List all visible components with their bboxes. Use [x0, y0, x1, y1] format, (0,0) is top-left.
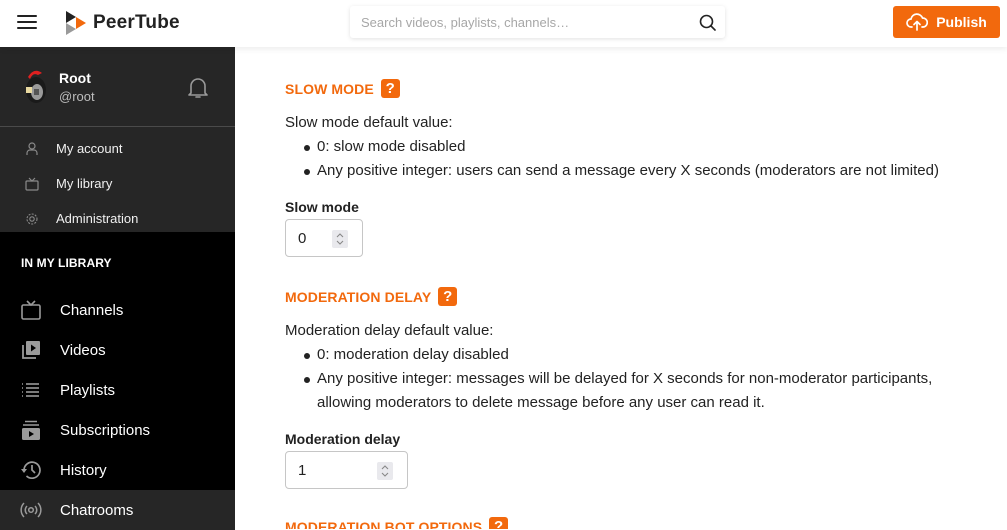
- description-intro: Slow mode default value:: [285, 114, 453, 131]
- list-icon: [20, 379, 42, 401]
- description-intro: Moderation delay default value:: [285, 322, 494, 339]
- logo-link[interactable]: PeerTube: [66, 11, 180, 35]
- section-title-text: MODERATION BOT OPTIONS: [285, 518, 483, 530]
- help-icon[interactable]: ?: [489, 517, 509, 529]
- sidebar-item-label: Playlists: [60, 381, 116, 399]
- upload-cloud-icon: [906, 13, 929, 31]
- user-menu-label: My library: [56, 176, 113, 191]
- tv-icon: [20, 299, 42, 321]
- section-title-text: MODERATION DELAY: [285, 288, 432, 305]
- spinner-button[interactable]: [332, 230, 348, 248]
- user-menu: My account My library Administration: [0, 127, 235, 232]
- sidebar-item-videos[interactable]: Videos: [0, 330, 235, 370]
- section-title-text: SLOW MODE: [285, 80, 374, 97]
- spinner-arrows-icon: [381, 465, 389, 477]
- sidebar-item-label: Channels: [60, 301, 124, 319]
- moderation-bot-section: MODERATION BOT OPTIONS ?: [285, 517, 509, 530]
- sidebar-item-channels[interactable]: Channels: [0, 290, 235, 330]
- main-content: SLOW MODE ? Slow mode default value: 0: …: [235, 47, 1007, 529]
- history-icon: [20, 459, 42, 481]
- hamburger-line: [17, 27, 37, 29]
- help-icon[interactable]: ?: [380, 79, 400, 98]
- menu-toggle-button[interactable]: [17, 15, 37, 31]
- user-icon: [24, 141, 40, 157]
- user-handle: @root: [59, 89, 95, 104]
- slow-mode-field: [285, 219, 363, 257]
- sidebar-item-label: History: [60, 461, 107, 479]
- avatar[interactable]: [22, 67, 50, 105]
- user-menu-administration[interactable]: Administration: [0, 201, 235, 236]
- moderation-bot-title: MODERATION BOT OPTIONS ?: [285, 517, 509, 530]
- moderation-delay-description: Moderation delay default value: 0: moder…: [285, 319, 945, 415]
- sidebar-item-history[interactable]: History: [0, 450, 235, 490]
- sidebar-item-playlists[interactable]: Playlists: [0, 370, 235, 410]
- description-bullet: 0: moderation delay disabled: [303, 343, 945, 367]
- hamburger-icon: [17, 15, 37, 17]
- help-icon[interactable]: ?: [438, 287, 458, 306]
- user-menu-my-library[interactable]: My library: [0, 166, 235, 201]
- sidebar-item-label: Chatrooms: [60, 501, 134, 519]
- user-menu-my-account[interactable]: My account: [0, 131, 235, 166]
- slow-mode-title: SLOW MODE ?: [285, 79, 939, 98]
- slow-mode-label: Slow mode: [285, 199, 359, 215]
- search-input[interactable]: [350, 6, 689, 38]
- broadcast-icon: [20, 499, 42, 521]
- description-bullet: Any positive integer: users can send a m…: [303, 159, 939, 183]
- subscriptions-icon: [20, 419, 42, 441]
- publish-button[interactable]: Publish: [893, 6, 1000, 38]
- moderation-delay-title: MODERATION DELAY ?: [285, 287, 945, 306]
- sidebar-item-subscriptions[interactable]: Subscriptions: [0, 410, 235, 450]
- user-menu-label: Administration: [56, 211, 139, 226]
- sidebar-item-label: Subscriptions: [60, 421, 151, 439]
- user-menu-label: My account: [56, 141, 123, 156]
- sidebar-item-chatrooms[interactable]: Chatrooms: [0, 490, 235, 530]
- moderation-delay-input[interactable]: [298, 461, 338, 479]
- sidebar-item-label: Videos: [60, 341, 106, 359]
- user-name[interactable]: Root: [59, 70, 91, 86]
- spinner-arrows-icon: [336, 233, 344, 245]
- moderation-delay-field: [285, 451, 408, 489]
- gear-icon: [24, 211, 40, 227]
- tv-icon: [24, 176, 40, 192]
- notifications-button[interactable]: [187, 76, 209, 105]
- description-bullet: 0: slow mode disabled: [303, 135, 939, 159]
- peertube-logo-icon: [66, 11, 86, 35]
- search-button[interactable]: [689, 6, 725, 38]
- moderation-delay-section: MODERATION DELAY ? Moderation delay defa…: [285, 287, 945, 489]
- spinner-button[interactable]: [377, 462, 393, 480]
- slow-mode-section: SLOW MODE ? Slow mode default value: 0: …: [285, 79, 939, 257]
- top-header: PeerTube Publish: [0, 0, 1007, 47]
- bell-icon: [188, 78, 208, 98]
- videos-icon: [20, 339, 42, 361]
- search-icon: [699, 14, 716, 31]
- moderation-delay-label: Moderation delay: [285, 431, 401, 447]
- sidebar: Root @root My account My library Adminis…: [0, 47, 235, 530]
- publish-label: Publish: [936, 14, 987, 30]
- library-section-title: IN MY LIBRARY: [21, 256, 112, 270]
- user-block: Root @root: [0, 47, 235, 127]
- app-name: PeerTube: [93, 12, 180, 33]
- hamburger-line: [17, 21, 37, 23]
- search-bar: [350, 6, 725, 38]
- description-bullet: Any positive integer: messages will be d…: [303, 367, 945, 415]
- slow-mode-description: Slow mode default value: 0: slow mode di…: [285, 111, 939, 183]
